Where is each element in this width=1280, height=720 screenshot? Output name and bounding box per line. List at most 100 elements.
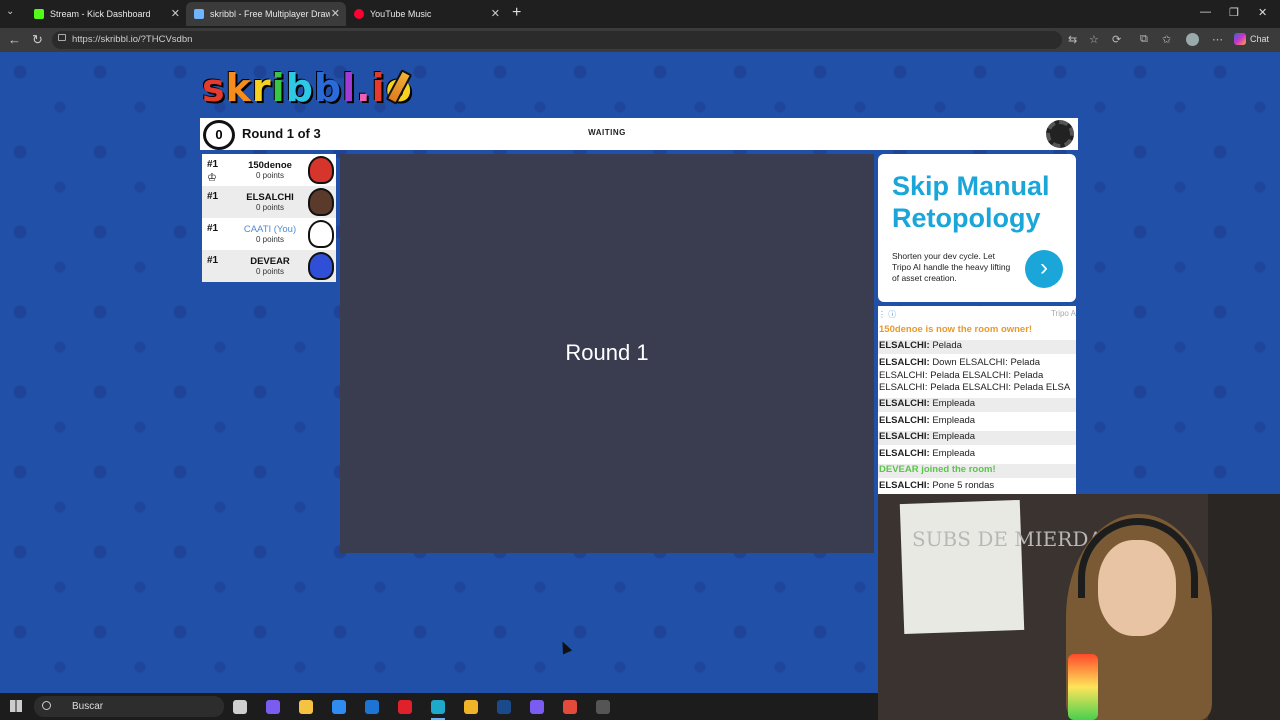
ad-info-icon[interactable]: ⋮ ⓘ [878, 310, 896, 319]
window-close-icon[interactable]: ✕ [1258, 6, 1267, 19]
more-options-icon[interactable]: ⋯ [1212, 33, 1223, 46]
refresh-icon[interactable]: ↻ [32, 32, 43, 48]
close-tab-icon[interactable]: ✕ [331, 7, 340, 20]
chat-label: Chat [1250, 34, 1270, 44]
favorites-icon[interactable]: ✩ [1162, 33, 1171, 46]
player-row[interactable]: #1 CAATI (You) 0 points [202, 218, 336, 250]
player-points: 0 points [255, 267, 285, 276]
whiteboard [899, 499, 1025, 635]
search-icon [42, 701, 51, 710]
favorite-star-icon[interactable]: ☆ [1089, 33, 1099, 46]
url-field[interactable]: https://skribbl.io/?THCVsdbn [52, 31, 1062, 49]
ad-sponsor: Tripo A [1050, 309, 1076, 318]
player-row[interactable]: #1 ♔ 150denoe 0 points [202, 154, 336, 186]
logo-letter: b [313, 66, 343, 110]
profile-avatar[interactable] [1186, 33, 1199, 46]
player-row[interactable]: #1 DEVEAR 0 points [202, 250, 336, 282]
close-tab-icon[interactable]: ✕ [171, 7, 180, 20]
player-points: 0 points [255, 171, 285, 180]
chrome-icon[interactable] [464, 700, 478, 714]
player-avatar [308, 156, 334, 184]
edge-icon[interactable] [431, 700, 445, 714]
canvas-overlay-text: Round 1 [565, 340, 649, 365]
chat-message: ELSALCHI: Pelada [878, 340, 1076, 354]
copilot-icon[interactable] [266, 700, 280, 714]
tab-label: YouTube Music [370, 9, 432, 19]
tab-kick-dashboard[interactable]: Stream - Kick Dashboard ✕ [26, 2, 186, 26]
logo-letter: i [371, 66, 386, 110]
kick-icon [34, 9, 44, 19]
chat-text: Empleada [932, 398, 976, 409]
tab-list-chevron-icon[interactable]: ⌄ [6, 6, 14, 17]
ad-arrow-button[interactable]: › [1025, 250, 1063, 288]
tab-youtube-music[interactable]: YouTube Music ✕ [346, 2, 506, 26]
minimize-icon[interactable]: — [1200, 6, 1211, 18]
crown-icon: ♔ [207, 172, 217, 184]
player-rank: #1 [207, 223, 219, 234]
outlook-icon[interactable] [365, 700, 379, 714]
player-name: CAATI (You) [243, 224, 297, 235]
logo-letter: . [356, 66, 372, 110]
player-rank: #1 [207, 255, 219, 266]
chat-author: ELSALCHI: [879, 448, 930, 459]
chat-text: Empleada [932, 415, 976, 426]
close-tab-icon[interactable]: ✕ [491, 7, 500, 20]
file-explorer-icon[interactable] [299, 700, 313, 714]
chat-author: ELSALCHI: [879, 431, 930, 442]
back-icon[interactable]: ← [8, 32, 21, 47]
chrome-profile-icon[interactable] [563, 700, 577, 714]
chat-text: Pelada [932, 340, 962, 351]
chat-message: ELSALCHI: Empleada [878, 448, 1076, 462]
opera-icon[interactable] [398, 700, 412, 714]
task-view-icon[interactable] [233, 700, 247, 714]
players-list: #1 ♔ 150denoe 0 points #1 ELSALCHI 0 points #1 C… [202, 154, 336, 282]
player-avatar [308, 252, 334, 280]
whiteboard-text: SUBS DE MIERDA [912, 527, 1103, 551]
youtube-music-icon [354, 9, 364, 19]
player-avatar [308, 188, 334, 216]
skribbl-logo: skribbl.io [202, 66, 413, 110]
chat-system-message: 150denoe is now the room owner! [879, 324, 1033, 335]
chat-text: Pone 5 rondas [932, 480, 995, 491]
extensions-icon[interactable]: ⟳ [1112, 33, 1121, 46]
player-rank: #1 [207, 191, 219, 202]
tab-label: skribbl - Free Multiplayer Drawing [210, 9, 330, 19]
player-rank: #1 [207, 159, 219, 170]
ad-title[interactable]: Skip Manual Retopology [892, 170, 1072, 234]
windows-start-icon[interactable] [10, 700, 22, 712]
steam-icon[interactable] [497, 700, 511, 714]
maximize-icon[interactable]: ❐ [1229, 6, 1239, 19]
player-avatar [308, 220, 334, 248]
taskbar-search-box[interactable]: Buscar [34, 696, 224, 717]
microsoft-store-icon[interactable] [332, 700, 346, 714]
player-row[interactable]: #1 ELSALCHI 0 points [202, 186, 336, 218]
chat-text: Empleada [932, 431, 976, 442]
player-name: ELSALCHI [246, 192, 294, 203]
new-tab-icon[interactable]: + [512, 4, 521, 22]
tab-label: Stream - Kick Dashboard [50, 9, 151, 19]
split-screen-icon[interactable]: ⧉ [1140, 33, 1148, 46]
round-label: Round 1 of 3 [242, 126, 321, 141]
logo-letter: b [285, 66, 314, 110]
discord-chrome-icon[interactable] [530, 700, 544, 714]
chat-system-message: DEVEAR joined the room! [878, 464, 1076, 478]
rgb-microphone [1068, 654, 1098, 720]
browser-tab-strip: ⌄ Stream - Kick Dashboard ✕ skribbl - Fr… [0, 0, 1280, 28]
translate-icon[interactable]: ⇆ [1068, 33, 1077, 46]
address-bar-row: ← ↻ https://skribbl.io/?THCVsdbn [0, 28, 1280, 52]
skribbl-icon [194, 9, 204, 19]
obs-icon[interactable] [596, 700, 610, 714]
settings-gear-icon[interactable] [1046, 120, 1074, 148]
tab-skribbl[interactable]: skribbl - Free Multiplayer Drawing ✕ [186, 2, 346, 26]
chat-author: ELSALCHI: [879, 340, 930, 351]
player-name: 150denoe [248, 160, 292, 171]
chat-author: ELSALCHI: [879, 357, 930, 368]
chat-message: ELSALCHI: Empleada [878, 431, 1076, 445]
chat-message: ELSALCHI: Pone 5 rondas [878, 480, 1076, 494]
chat-message: ELSALCHI: Down ELSALCHI: Pelada ELSALCHI… [878, 357, 1076, 396]
copilot-chat-button[interactable]: Chat [1234, 33, 1269, 45]
logo-letter: i [271, 66, 286, 110]
ad-body: Shorten your dev cycle. Let Tripo AI han… [892, 251, 1011, 283]
copilot-icon [1234, 33, 1246, 45]
site-info-icon[interactable] [58, 34, 66, 41]
